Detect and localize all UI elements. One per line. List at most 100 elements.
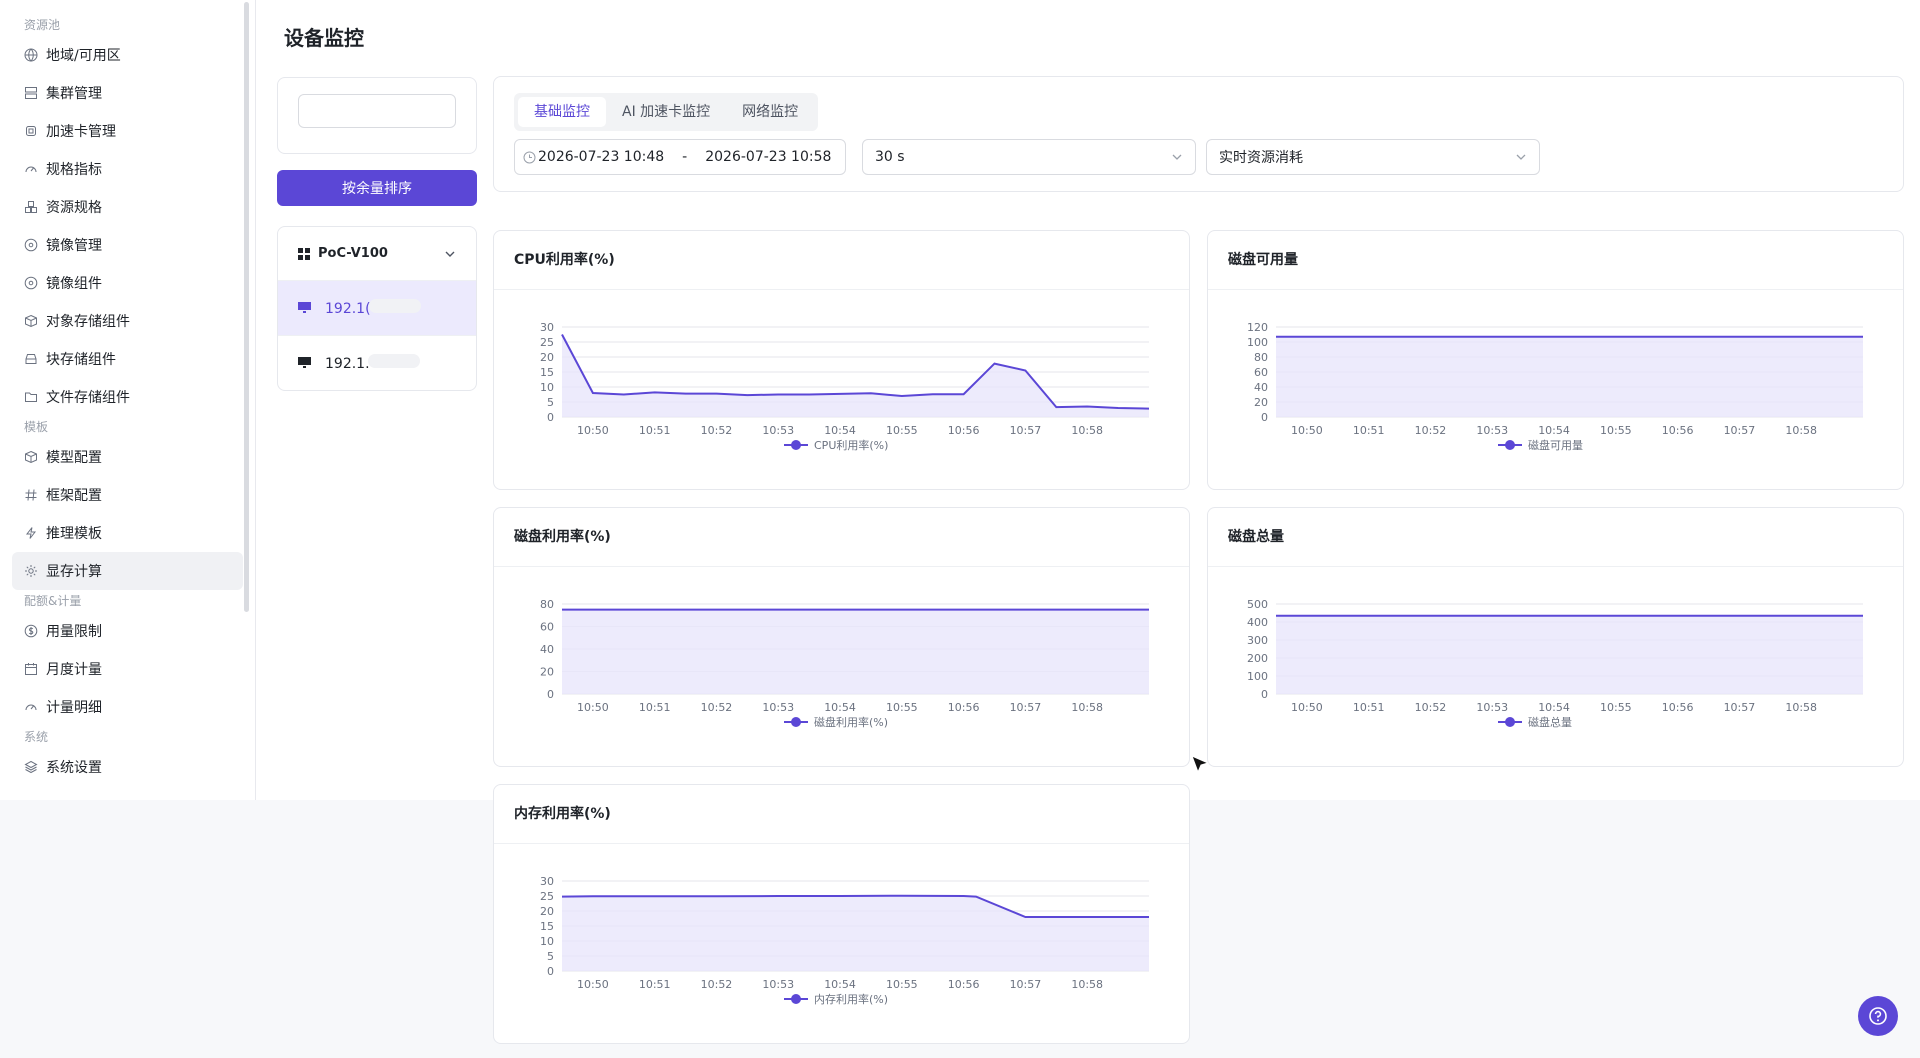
page-title: 设备监控 — [284, 26, 364, 50]
series-area — [562, 609, 1149, 694]
sidebar-item[interactable]: 对象存储组件 — [12, 302, 243, 340]
x-tick-label: 10:57 — [1010, 424, 1042, 437]
sidebar-item-label: 块存储组件 — [46, 352, 116, 368]
series-area — [562, 895, 1149, 971]
folder-icon — [24, 390, 38, 404]
disc-icon — [24, 238, 38, 252]
y-tick-label: 30 — [540, 875, 554, 888]
sidebar-item[interactable]: 镜像管理 — [12, 226, 243, 264]
x-tick-label: 10:57 — [1010, 978, 1042, 991]
chip-icon — [24, 124, 38, 138]
globe-icon — [24, 48, 38, 62]
device-group-header[interactable]: PoC-V100 — [278, 227, 476, 281]
y-tick-label: 500 — [1247, 598, 1268, 611]
y-tick-label: 20 — [1254, 396, 1268, 409]
sidebar-item[interactable]: 用量限制 — [12, 612, 243, 650]
y-tick-label: 0 — [547, 411, 554, 424]
sidebar-scrollbar[interactable] — [244, 2, 249, 612]
y-tick-label: 40 — [540, 643, 554, 656]
legend-marker — [791, 440, 801, 450]
x-tick-label: 10:57 — [1724, 701, 1756, 714]
device-ip: 192.1. — [325, 355, 370, 372]
sidebar-item-label: 显存计算 — [46, 564, 102, 580]
device-group-name: PoC-V100 — [318, 246, 388, 261]
x-tick-label: 10:55 — [1600, 701, 1632, 714]
chart-title: 磁盘利用率(%) — [494, 508, 1189, 567]
sidebar-item-label: 框架配置 — [46, 488, 102, 504]
tab-basic-monitor[interactable]: 基础监控 — [518, 97, 606, 127]
sidebar-item[interactable]: 资源规格 — [12, 188, 243, 226]
hash-icon — [24, 488, 38, 502]
tab-ai-accelerator-monitor[interactable]: AI 加速卡监控 — [606, 97, 726, 127]
sidebar-item[interactable]: 模型配置 — [12, 438, 243, 476]
sidebar-item-label: 资源规格 — [46, 200, 102, 216]
y-tick-label: 120 — [1247, 321, 1268, 334]
y-tick-label: 30 — [540, 321, 554, 334]
y-tick-label: 100 — [1247, 670, 1268, 683]
coin-icon — [24, 624, 38, 638]
interval-value: 30 s — [875, 149, 905, 165]
sidebar-item[interactable]: 月度计量 — [12, 650, 243, 688]
sidebar-item-label: 月度计量 — [46, 662, 102, 678]
sidebar-item[interactable]: 计量明细 — [12, 688, 243, 726]
y-tick-label: 15 — [540, 920, 554, 933]
legend-marker — [1505, 717, 1515, 727]
search-input[interactable] — [298, 94, 456, 128]
disk-usage-chart: 0 20 40 60 80 10:50 10:51 10:52 10:53 10:54 10:55 1… — [540, 598, 1149, 729]
sidebar-item[interactable]: 地域/可用区 — [12, 36, 243, 74]
disc-icon — [24, 276, 38, 290]
redacted-mask — [367, 353, 420, 368]
x-tick-label: 10:55 — [1600, 424, 1632, 437]
x-tick-label: 10:51 — [1353, 424, 1385, 437]
sidebar-item[interactable]: 块存储组件 — [12, 340, 243, 378]
gauge-icon — [24, 162, 38, 176]
interval-select[interactable]: 30 s — [862, 139, 1196, 175]
x-tick-label: 10:56 — [1662, 424, 1694, 437]
sidebar-item[interactable]: 推理模板 — [12, 514, 243, 552]
sidebar-section-header: 资源池 — [24, 18, 61, 32]
sidebar-item[interactable]: 集群管理 — [12, 74, 243, 112]
y-tick-label: 15 — [540, 366, 554, 379]
sidebar-item[interactable]: 文件存储组件 — [12, 378, 243, 416]
chevron-down-icon[interactable] — [444, 248, 456, 260]
y-tick-label: 80 — [1254, 351, 1268, 364]
x-tick-label: 10:53 — [762, 701, 794, 714]
time-range-picker[interactable]: 2026-07-23 10:48 - 2026-07-23 10:58 — [514, 139, 846, 175]
sidebar-item[interactable]: 加速卡管理 — [12, 112, 243, 150]
x-tick-label: 10:53 — [1476, 701, 1508, 714]
metric-type-select[interactable]: 实时资源消耗 — [1206, 139, 1540, 175]
sidebar-item-label: 模型配置 — [46, 450, 102, 466]
sidebar-item[interactable]: 框架配置 — [12, 476, 243, 514]
sidebar-item[interactable]: 规格指标 — [12, 150, 243, 188]
tab-network-monitor[interactable]: 网络监控 — [726, 97, 814, 127]
help-button[interactable] — [1858, 996, 1898, 1036]
x-tick-label: 10:51 — [639, 424, 671, 437]
y-tick-label: 20 — [540, 351, 554, 364]
x-tick-label: 10:52 — [701, 701, 733, 714]
sidebar-nav: 资源池地域/可用区集群管理加速卡管理规格指标资源规格镜像管理 镜像组件 对象存储组件… — [0, 0, 255, 786]
redacted-mask — [368, 299, 421, 313]
time-range-end[interactable]: 2026-07-23 10:58 — [705, 149, 831, 165]
x-tick-label: 10:52 — [1415, 424, 1447, 437]
clock-icon — [523, 151, 536, 164]
monitor-icon — [298, 356, 311, 369]
sidebar-item-label: 集群管理 — [46, 86, 102, 102]
sidebar-section-header: 配额&计量 — [24, 594, 82, 608]
legend-marker — [791, 994, 801, 1004]
device-item[interactable]: 192.1. — [278, 335, 476, 389]
x-tick-label: 10:53 — [762, 978, 794, 991]
x-tick-label: 10:52 — [1415, 701, 1447, 714]
sidebar-item[interactable]: 系统设置 — [12, 748, 243, 786]
sort-by-remaining-button[interactable]: 按余量排序 — [277, 170, 477, 206]
time-range-start[interactable]: 2026-07-23 10:48 — [538, 149, 664, 165]
y-tick-label: 0 — [547, 688, 554, 701]
sidebar-item[interactable]: 显存计算 — [12, 552, 243, 590]
device-item[interactable]: 192.1( — [278, 281, 476, 335]
y-tick-label: 40 — [1254, 381, 1268, 394]
sidebar-item[interactable]: 镜像组件 — [12, 264, 243, 302]
y-tick-label: 5 — [547, 950, 554, 963]
legend-label: 磁盘利用率(%) — [814, 715, 888, 729]
x-tick-label: 10:58 — [1071, 701, 1103, 714]
chevron-down-icon — [1515, 151, 1527, 163]
sidebar-item-label: 加速卡管理 — [46, 124, 116, 140]
